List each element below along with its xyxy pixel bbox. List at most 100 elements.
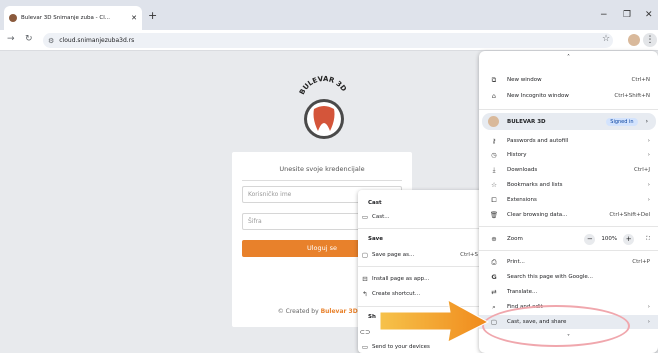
google-icon: G bbox=[491, 273, 497, 281]
share-header: Sh bbox=[368, 314, 376, 320]
install-label: Install page as app... bbox=[372, 276, 430, 282]
trash-icon: 🗑 bbox=[489, 211, 499, 219]
divider bbox=[242, 180, 402, 181]
shortcut-icon: ↰ bbox=[362, 290, 368, 298]
fullscreen-icon[interactable]: ⛶ bbox=[634, 236, 658, 243]
scroll-up-icon[interactable]: ˄ bbox=[567, 54, 570, 61]
devices-icon: ▭ bbox=[361, 343, 369, 351]
bookmarks-label: Bookmarks and lists bbox=[507, 182, 563, 188]
print-icon: ⎙ bbox=[491, 257, 497, 266]
save-page-item[interactable]: ▢ Save page as... Ctrl+S bbox=[358, 249, 486, 261]
history-item[interactable]: ◷ History › bbox=[479, 148, 658, 162]
chevron-right-icon: › bbox=[647, 138, 650, 144]
download-icon: ⤓ bbox=[492, 165, 496, 174]
cast-item[interactable]: ▭ Cast... bbox=[358, 211, 486, 223]
profile-item[interactable]: BULEVAR 3D Signed in › bbox=[482, 113, 656, 130]
zoom-item: ⊕ Zoom −100% + ⛶ bbox=[479, 232, 658, 246]
chevron-right-icon: › bbox=[647, 182, 650, 188]
install-app-item[interactable]: ⊟ Install page as app... bbox=[358, 273, 486, 285]
install-icon: ⊟ bbox=[362, 275, 368, 283]
browser-tab[interactable]: Bulevar 3D Snimanje zuba - Cl... ✕ bbox=[4, 6, 142, 30]
save-icon: ▢ bbox=[361, 251, 369, 259]
new-window-icon: ⧉ bbox=[491, 75, 497, 84]
translate-item[interactable]: ⇄ Translate... bbox=[479, 285, 658, 299]
new-window-label: New window bbox=[507, 77, 542, 83]
zoom-icon: ⊕ bbox=[491, 235, 497, 243]
star-icon: ☆ bbox=[491, 181, 497, 189]
search-google-item[interactable]: G Search this page with Google... bbox=[479, 270, 658, 284]
orange-arrow-icon bbox=[380, 299, 490, 343]
save-header: Save bbox=[368, 236, 383, 242]
menu-kebab-icon[interactable]: ⋮ bbox=[643, 33, 657, 47]
cast-label: Cast... bbox=[372, 214, 390, 220]
new-window-item[interactable]: ⧉ New window Ctrl+N bbox=[479, 73, 658, 87]
chevron-right-icon: › bbox=[645, 118, 648, 125]
chevron-right-icon: › bbox=[647, 304, 650, 310]
address-bar[interactable]: ⚙ cloud.snimanjezuba3d.rs bbox=[43, 33, 613, 48]
passwords-label: Passwords and autofill bbox=[507, 138, 569, 144]
downloads-label: Downloads bbox=[507, 167, 538, 173]
site-info-icon[interactable]: ⚙ bbox=[48, 37, 54, 45]
footer-prefix: © Created by bbox=[277, 308, 321, 315]
save-page-label: Save page as... bbox=[372, 252, 415, 258]
separator bbox=[479, 226, 658, 227]
puzzle-icon: ⧠ bbox=[491, 195, 497, 204]
url-text: cloud.snimanjezuba3d.rs bbox=[59, 37, 135, 44]
cast-header: Cast bbox=[368, 200, 382, 206]
clear-shortcut: Ctrl+Shift+Del bbox=[609, 212, 650, 218]
new-window-shortcut: Ctrl+N bbox=[631, 77, 650, 83]
reload-icon[interactable]: ↻ bbox=[25, 34, 33, 44]
print-shortcut: Ctrl+P bbox=[632, 259, 650, 265]
print-label: Print... bbox=[507, 259, 525, 265]
clear-data-item[interactable]: 🗑 Clear browsing data... Ctrl+Shift+Del bbox=[479, 208, 658, 222]
profile-name: BULEVAR 3D bbox=[507, 118, 546, 125]
history-icon: ◷ bbox=[491, 151, 497, 159]
extensions-item[interactable]: ⧠ Extensions › bbox=[479, 193, 658, 207]
close-window-button[interactable]: ✕ bbox=[645, 10, 653, 20]
tab-title: Bulevar 3D Snimanje zuba - Cl... bbox=[21, 15, 110, 21]
incognito-icon: ⌂ bbox=[491, 92, 497, 100]
minimize-button[interactable]: − bbox=[600, 10, 608, 20]
separator bbox=[479, 250, 658, 251]
favicon-icon bbox=[9, 14, 17, 22]
downloads-item[interactable]: ⤓ Downloads Ctrl+J bbox=[479, 163, 658, 177]
login-heading: Unesite svoje kredencijale bbox=[279, 165, 365, 173]
separator bbox=[358, 228, 486, 229]
highlight-ellipse bbox=[482, 305, 630, 347]
downloads-shortcut: Ctrl+J bbox=[633, 167, 650, 173]
chevron-right-icon: › bbox=[647, 197, 650, 203]
bulevar-logo-icon: BULEVAR 3D bbox=[298, 75, 348, 139]
extensions-label: Extensions bbox=[507, 197, 537, 203]
tab-close-icon[interactable]: ✕ bbox=[131, 14, 137, 22]
maximize-button[interactable]: ❐ bbox=[623, 10, 631, 20]
bookmarks-item[interactable]: ☆ Bookmarks and lists › bbox=[479, 178, 658, 192]
chevron-right-icon: › bbox=[647, 152, 650, 158]
search-google-label: Search this page with Google... bbox=[507, 274, 593, 280]
forward-icon[interactable]: → bbox=[7, 34, 15, 44]
clear-label: Clear browsing data... bbox=[507, 212, 568, 218]
profile-avatar-icon bbox=[488, 116, 499, 127]
link-icon: ⊂⊃ bbox=[359, 328, 371, 336]
separator bbox=[358, 266, 486, 267]
incognito-item[interactable]: ⌂ New Incognito window Ctrl+Shift+N bbox=[479, 89, 658, 103]
profile-avatar-icon[interactable] bbox=[628, 34, 640, 46]
translate-label: Translate... bbox=[507, 289, 538, 295]
key-icon: ⚷ bbox=[491, 137, 497, 145]
passwords-item[interactable]: ⚷ Passwords and autofill › bbox=[479, 134, 658, 148]
zoom-in-button[interactable]: + bbox=[623, 233, 635, 245]
separator bbox=[479, 109, 658, 110]
tab-strip: Bulevar 3D Snimanje zuba - Cl... ✕ + − ❐… bbox=[0, 0, 658, 30]
new-tab-button[interactable]: + bbox=[148, 9, 157, 22]
send-devices-label: Send to your devices bbox=[372, 344, 430, 350]
bookmark-star-icon[interactable]: ☆ bbox=[602, 34, 610, 44]
cast-icon: ▭ bbox=[361, 213, 369, 221]
chevron-right-icon: › bbox=[647, 319, 650, 325]
toolbar: → ↻ ⚙ cloud.snimanjezuba3d.rs ☆ ⋮ bbox=[0, 30, 658, 51]
zoom-out-button[interactable]: − bbox=[584, 233, 596, 245]
print-item[interactable]: ⎙ Print... Ctrl+P bbox=[479, 255, 658, 269]
incognito-label: New Incognito window bbox=[507, 93, 569, 99]
incognito-shortcut: Ctrl+Shift+N bbox=[614, 93, 650, 99]
history-label: History bbox=[507, 152, 527, 158]
svg-text:BULEVAR 3D: BULEVAR 3D bbox=[298, 75, 348, 96]
zoom-label: Zoom bbox=[507, 236, 523, 242]
